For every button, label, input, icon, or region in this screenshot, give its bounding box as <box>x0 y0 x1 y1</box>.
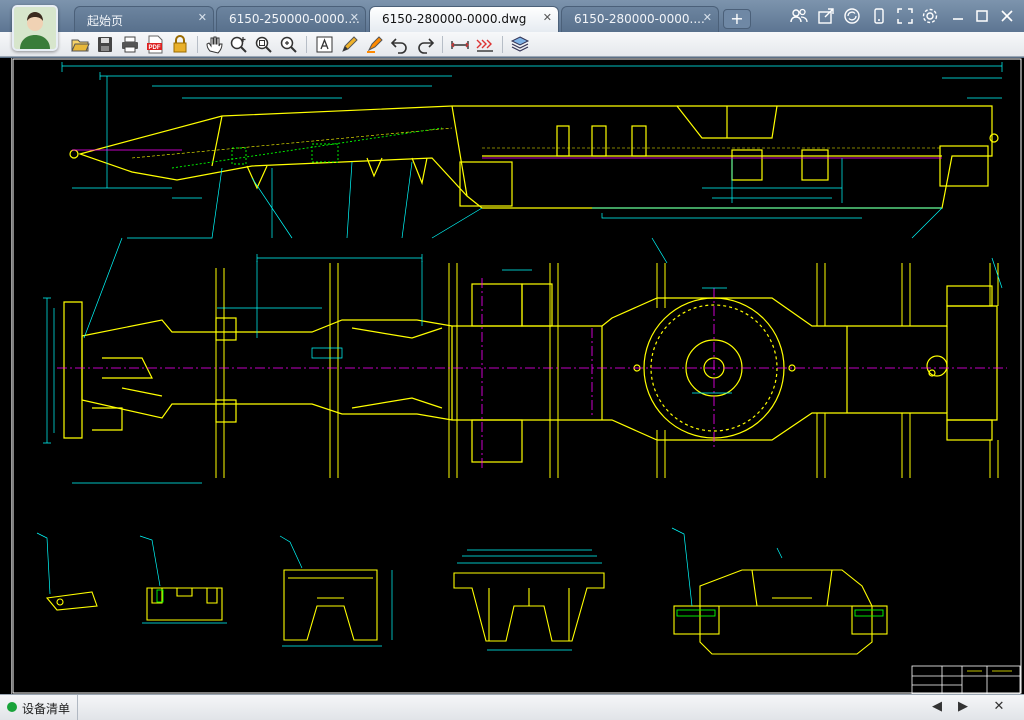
left-ruler <box>0 58 12 694</box>
tab-close-icon[interactable]: ✕ <box>198 11 207 24</box>
print-icon[interactable] <box>120 35 140 54</box>
cloud-sync-icon[interactable] <box>843 7 861 25</box>
users-icon[interactable] <box>790 7 808 25</box>
tab-drawing-280000-active[interactable]: 6150-280000-0000.dwg ✕ <box>369 6 559 32</box>
plan-view-cross-members <box>215 263 999 478</box>
tab-label: 6150-250000-0000.... <box>229 12 360 26</box>
highlighter-icon[interactable] <box>365 35 385 54</box>
pdf-icon[interactable]: PDF <box>145 35 165 54</box>
toolbar-separator <box>197 36 198 53</box>
tab-label: 6150-280000-0000.dwg <box>382 12 527 26</box>
prev-page-button[interactable]: ◀ <box>924 696 950 719</box>
tab-start-page[interactable]: 起始页 ✕ <box>74 6 214 32</box>
detail-green-bolts <box>156 589 884 617</box>
toolbar-separator <box>442 36 443 53</box>
tab-label: 起始页 <box>87 14 124 28</box>
zoom-extents-icon[interactable] <box>279 35 299 54</box>
share-icon[interactable] <box>817 7 835 25</box>
open-icon[interactable] <box>70 35 90 54</box>
save-icon[interactable] <box>95 35 115 54</box>
close-icon[interactable] <box>998 7 1016 25</box>
pencil-icon[interactable] <box>340 35 360 54</box>
tab-drawing-280000[interactable]: 6150-280000-0000.... ✕ <box>561 6 719 32</box>
close-panel-button[interactable]: ✕ <box>986 696 1012 719</box>
new-tab-button[interactable]: + <box>723 9 751 29</box>
maximize-icon[interactable] <box>973 7 991 25</box>
measure-icon[interactable] <box>450 35 470 54</box>
tab-close-icon[interactable]: ✕ <box>703 11 712 24</box>
minimize-icon[interactable] <box>949 7 967 25</box>
side-elevation-dimensions <box>61 62 1003 239</box>
detail-a <box>36 532 98 611</box>
detail-e <box>671 527 888 655</box>
toolbar-separator <box>502 36 503 53</box>
title-bar: 起始页 ✕ 6150-250000-0000.... ✕ 6150-280000… <box>0 0 1024 32</box>
tab-drawing-250000[interactable]: 6150-250000-0000.... ✕ <box>216 6 366 32</box>
detail-b <box>139 535 227 624</box>
redo-icon[interactable] <box>415 35 435 54</box>
dimension-icon[interactable] <box>475 35 495 54</box>
equipment-list-label: 设备清单 <box>22 702 71 716</box>
title-block <box>911 665 1021 694</box>
svg-text:PDF: PDF <box>149 45 161 51</box>
phone-icon[interactable] <box>870 7 888 25</box>
side-elevation-view <box>69 105 999 209</box>
pan-icon[interactable] <box>204 35 224 54</box>
drawing-canvas[interactable] <box>12 58 1024 694</box>
layers-icon[interactable] <box>510 35 530 54</box>
avatar-icon <box>14 7 56 49</box>
tab-close-icon[interactable]: ✕ <box>543 11 552 24</box>
toolbar: PDF <box>0 32 1024 57</box>
tab-close-icon[interactable]: ✕ <box>350 11 359 24</box>
plan-view-centerlines <box>57 278 1007 468</box>
undo-icon[interactable] <box>390 35 410 54</box>
status-bar: 设备清单 ◀ ▶ ✕ <box>0 694 1024 720</box>
cad-drawing <box>12 58 1022 694</box>
lock-icon[interactable] <box>170 35 190 54</box>
status-indicator-icon <box>7 702 17 712</box>
side-elevation-hidden-lines <box>131 127 942 159</box>
side-elevation-green-details <box>171 127 443 169</box>
equipment-list-button[interactable]: 设备清单 <box>0 695 78 720</box>
toolbar-separator <box>306 36 307 53</box>
fullscreen-icon[interactable] <box>896 7 914 25</box>
zoom-in-icon[interactable] <box>229 35 249 54</box>
zoom-window-icon[interactable] <box>254 35 274 54</box>
next-page-button[interactable]: ▶ <box>950 696 976 719</box>
detail-c <box>279 535 393 647</box>
settings-icon[interactable] <box>921 7 939 25</box>
tab-label: 6150-280000-0000.... <box>574 12 705 26</box>
user-avatar[interactable] <box>12 5 58 51</box>
plan-view <box>63 283 998 463</box>
detail-d <box>453 549 605 651</box>
text-icon[interactable] <box>315 35 335 54</box>
